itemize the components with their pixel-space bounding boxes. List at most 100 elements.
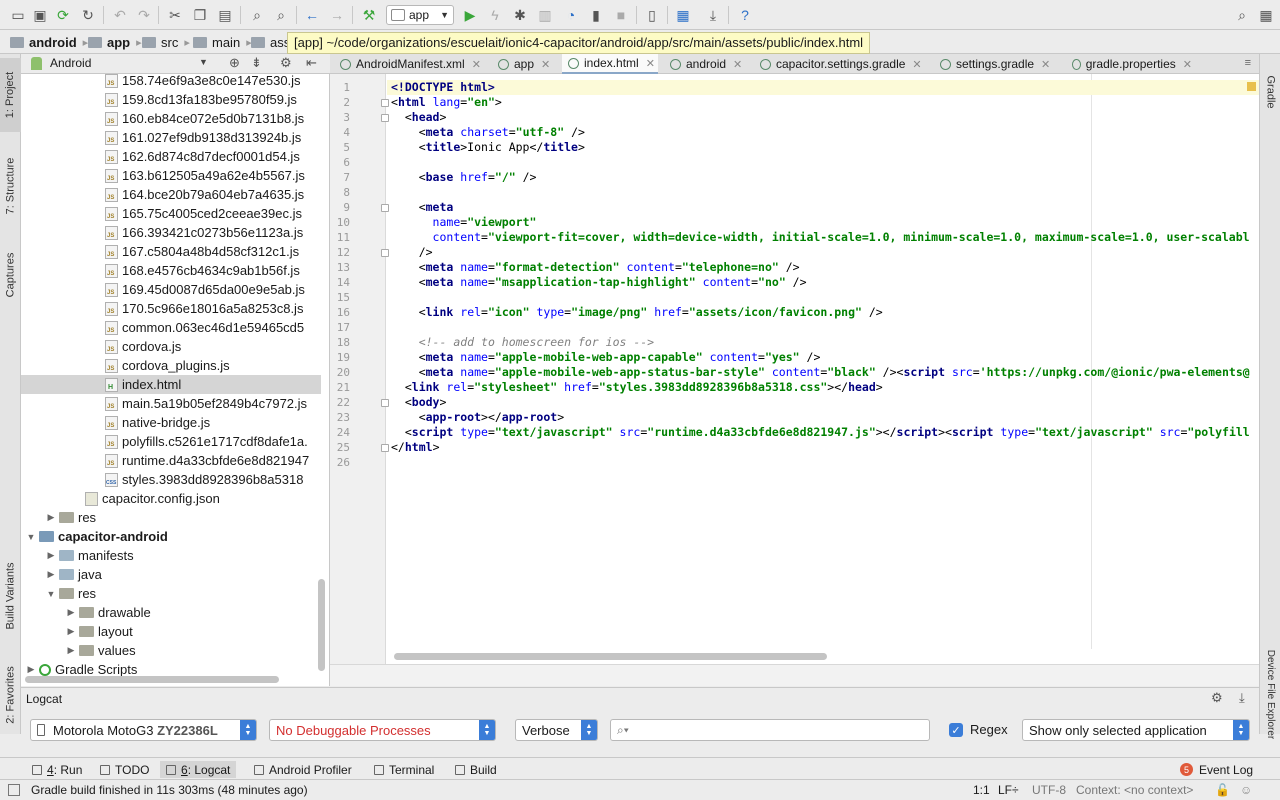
- bottom-tab[interactable]: Terminal: [368, 761, 440, 778]
- collapse-all-icon[interactable]: ⇟: [251, 55, 262, 71]
- tab-build-variants[interactable]: Build Variants: [0, 546, 21, 646]
- profile-icon[interactable]: ▥: [535, 5, 555, 25]
- device-select[interactable]: Motorola MotoG3 ZY22386L ▲ ▼: [30, 719, 257, 741]
- tree-item[interactable]: native-bridge.js: [21, 413, 321, 432]
- code-editor[interactable]: 1 2 3 4 5 6 7 8 9 10 11 12 13 14 15 16 17 18 19 20 21 22 23 24 2…: [330, 74, 1259, 664]
- tree-item[interactable]: runtime.d4a33cbfde6e8d821947: [21, 451, 321, 470]
- forward-icon[interactable]: →: [327, 5, 347, 25]
- tree-item[interactable]: 170.5c966e18016a5a8253c8.js: [21, 299, 321, 318]
- run-icon[interactable]: ▶: [460, 5, 480, 25]
- hide-panel-icon[interactable]: ⤓: [1239, 690, 1245, 706]
- code-line[interactable]: <base href="/" />: [391, 170, 537, 185]
- code-line[interactable]: name="viewport": [391, 215, 537, 230]
- chevron-right-icon[interactable]: ▶: [45, 550, 57, 561]
- breadcrumb-item[interactable]: main ▸: [193, 33, 252, 51]
- project-view-selector[interactable]: Android: [50, 56, 91, 70]
- bottom-tab[interactable]: 6: Logcat: [160, 761, 237, 778]
- attach-debugger-icon[interactable]: ◔: [561, 5, 581, 25]
- sync-icon[interactable]: ⟳: [53, 5, 73, 25]
- code-line[interactable]: <link rel="stylesheet" href="styles.3983…: [391, 380, 883, 395]
- tree-item[interactable]: ▶ manifests: [21, 546, 321, 565]
- tree-item[interactable]: polyfills.c5261e1717cdf8dafe1a.: [21, 432, 321, 451]
- breadcrumb-item[interactable]: android ▸: [10, 33, 88, 51]
- chevron-down-icon[interactable]: ▼: [25, 532, 37, 542]
- tree-item[interactable]: capacitor.config.json: [21, 489, 321, 508]
- tree-item[interactable]: ▶ values: [21, 641, 321, 660]
- tab-device-file-explorer[interactable]: Device File Explorer: [1260, 628, 1280, 760]
- help-icon[interactable]: ?: [735, 5, 755, 25]
- code-line[interactable]: <meta name="apple-mobile-web-app-capable…: [391, 350, 821, 365]
- code-line[interactable]: <!-- add to homescreen for ios -->: [391, 335, 654, 350]
- tree-item[interactable]: ▼ capacitor-android: [21, 527, 321, 546]
- fold-marker-icon[interactable]: [381, 249, 389, 257]
- editor-tab[interactable]: index.html ✕: [562, 54, 658, 74]
- project-structure-icon[interactable]: ▦: [673, 5, 693, 25]
- copy-icon[interactable]: ❐: [190, 5, 210, 25]
- open-folder-icon[interactable]: ▭: [8, 5, 28, 25]
- tree-item[interactable]: 161.027ef9db9138d313924b.js: [21, 128, 321, 147]
- cut-icon[interactable]: ✂: [165, 5, 185, 25]
- fold-marker-icon[interactable]: [381, 399, 389, 407]
- inspection-indicator-icon[interactable]: [1247, 82, 1256, 91]
- code-line[interactable]: <meta name="msapplication-tap-highlight"…: [391, 275, 807, 290]
- filter-select[interactable]: Show only selected application ▲ ▼: [1022, 719, 1250, 741]
- tab-favorites[interactable]: 2: Favorites: [0, 658, 21, 732]
- tab-gradle[interactable]: Gradle: [1260, 62, 1280, 122]
- code-line[interactable]: <script type="text/javascript" src="runt…: [391, 425, 1250, 440]
- editor-tab[interactable]: AndroidManifest.xml ✕: [334, 54, 490, 74]
- tab-project[interactable]: 1: Project: [0, 58, 21, 132]
- tree-item[interactable]: common.063ec46d1e59465cd5: [21, 318, 321, 337]
- scroll-from-source-icon[interactable]: ⊕: [229, 55, 240, 71]
- code-line[interactable]: <head>: [391, 110, 447, 125]
- bottom-tab[interactable]: Android Profiler: [248, 761, 358, 778]
- caret-position[interactable]: 1:1: [973, 783, 990, 797]
- code-line[interactable]: />: [391, 245, 433, 260]
- breadcrumb-item[interactable]: src ▸: [142, 33, 190, 51]
- stop-icon[interactable]: ■: [611, 5, 631, 25]
- code-line[interactable]: <meta name="apple-mobile-web-app-status-…: [391, 365, 1250, 380]
- chevron-right-icon[interactable]: ▶: [25, 664, 37, 675]
- close-icon[interactable]: ✕: [646, 57, 655, 70]
- code-line[interactable]: <title>Ionic App</title>: [391, 140, 585, 155]
- code-line[interactable]: <link rel="icon" type="image/png" href="…: [391, 305, 883, 320]
- avd-manager-icon[interactable]: ▯: [642, 5, 662, 25]
- apply-changes-icon[interactable]: ϟ: [485, 5, 505, 25]
- code-line[interactable]: <meta: [391, 200, 454, 215]
- run-config-select[interactable]: app ▼: [386, 5, 454, 25]
- hide-panel-icon[interactable]: ⇤: [306, 55, 317, 71]
- toggle-tool-windows-icon[interactable]: [8, 784, 20, 796]
- editor-tab[interactable]: capacitor.settings.gradle ✕: [754, 54, 930, 74]
- bottom-tab[interactable]: 4: Run: [26, 761, 88, 778]
- undo-icon[interactable]: ↶: [110, 5, 130, 25]
- tree-item[interactable]: index.html: [21, 375, 321, 394]
- tree-item[interactable]: 167.c5804a48b4d58cf312c1.js: [21, 242, 321, 261]
- chevron-right-icon[interactable]: ▶: [65, 645, 77, 656]
- make-project-icon[interactable]: ⚒: [359, 5, 379, 25]
- editor-tab[interactable]: android ✕: [664, 54, 750, 74]
- log-level-select[interactable]: Verbose ▲ ▼: [515, 719, 598, 741]
- tree-item[interactable]: main.5a19b05ef2849b4c7972.js: [21, 394, 321, 413]
- horizontal-scrollbar[interactable]: [25, 676, 279, 683]
- vertical-scrollbar[interactable]: [318, 579, 325, 671]
- tab-list-icon[interactable]: ≡: [1245, 57, 1251, 69]
- search-everywhere-icon[interactable]: ⌕: [1232, 5, 1252, 25]
- process-select[interactable]: No Debuggable Processes ▲ ▼: [269, 719, 496, 741]
- chevron-right-icon[interactable]: ▶: [65, 626, 77, 637]
- tree-item[interactable]: ▶ java: [21, 565, 321, 584]
- refresh-icon[interactable]: ↻: [78, 5, 98, 25]
- sdk-manager-icon[interactable]: ⤓: [703, 5, 723, 25]
- debug-icon[interactable]: ✱: [510, 5, 530, 25]
- tree-item[interactable]: styles.3983dd8928396b8a5318: [21, 470, 321, 489]
- tree-item[interactable]: 168.e4576cb4634c9ab1b56f.js: [21, 261, 321, 280]
- tree-item[interactable]: 162.6d874c8d7decf0001d54.js: [21, 147, 321, 166]
- close-icon[interactable]: ✕: [472, 58, 481, 71]
- code-line[interactable]: content="viewport-fit=cover, width=devic…: [391, 230, 1250, 245]
- tree-item[interactable]: ▶ res: [21, 508, 321, 527]
- paste-icon[interactable]: ▤: [215, 5, 235, 25]
- tree-item[interactable]: 166.393421c0273b56e1123a.js: [21, 223, 321, 242]
- tree-item[interactable]: 164.bce20b79a604eb7a4635.js: [21, 185, 321, 204]
- tab-structure[interactable]: 7: Structure: [0, 144, 21, 228]
- tree-item[interactable]: 159.8cd13fa183be95780f59.js: [21, 90, 321, 109]
- find-icon[interactable]: ⌕: [247, 5, 267, 25]
- close-icon[interactable]: ✕: [541, 58, 550, 71]
